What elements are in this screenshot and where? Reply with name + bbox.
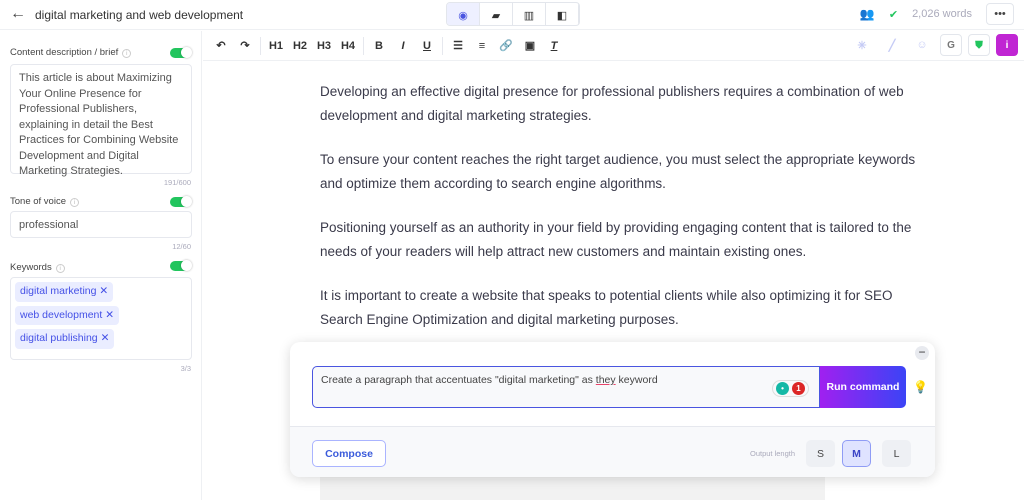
top-bar: ← digital marketing and web development … (0, 0, 1024, 30)
users-icon[interactable]: 👥 (860, 7, 875, 21)
h2-button[interactable]: H2 (288, 40, 312, 52)
grammar-icon[interactable]: G (940, 34, 962, 56)
h3-button[interactable]: H3 (312, 40, 336, 52)
preview-view-icon[interactable]: ◉ (447, 3, 480, 25)
shield-check-icon[interactable]: ⛊ (968, 34, 990, 56)
misspelled-word[interactable]: they (596, 374, 616, 386)
output-length-label: Output length (750, 449, 796, 458)
emoji-icon[interactable]: ☺ (910, 39, 934, 51)
pen-icon[interactable]: ╱ (880, 39, 904, 52)
size-l-button[interactable]: L (882, 440, 911, 467)
view-switcher: ◉ ▰ ▥ ◧ (446, 2, 580, 26)
minimize-button[interactable]: − (915, 346, 929, 360)
brief-label: Content description / brief i (10, 47, 132, 58)
italic-button[interactable]: I (391, 40, 415, 52)
grammar-badge[interactable]: • 1 (772, 380, 809, 397)
run-command-button[interactable]: Run command (820, 366, 906, 408)
paragraph: It is important to create a website that… (320, 288, 893, 327)
image-icon[interactable]: ▣ (518, 39, 542, 52)
info-icon: i (122, 49, 132, 58)
editor-toolbar: ↶ ↷ H1 H2 H3 H4 B I U ☰ ≡ 🔗 ▣ T ✳ ╱ ☺ G … (203, 31, 1024, 61)
divider (363, 36, 364, 55)
info-icon: i (55, 264, 65, 273)
h4-button[interactable]: H4 (336, 40, 360, 52)
link-icon[interactable]: 🔗 (494, 39, 518, 52)
remove-icon[interactable]: ✕ (105, 309, 114, 321)
keywords-count: 3/3 (180, 364, 191, 373)
size-m-button[interactable]: M (842, 440, 871, 467)
paragraph: Developing an effective digital presence… (320, 84, 904, 123)
command-panel: − Create a paragraph that accentuates "d… (290, 342, 935, 477)
h1-button[interactable]: H1 (264, 40, 288, 52)
tone-label: Tone of voice i (10, 196, 79, 207)
divider (260, 36, 261, 55)
lightbulb-icon: • (776, 382, 789, 395)
issue-count: 1 (792, 382, 805, 395)
command-input[interactable]: Create a paragraph that accentuates "dig… (312, 366, 820, 408)
redo-icon[interactable]: ↷ (233, 39, 257, 52)
brief-count: 191/600 (163, 178, 191, 187)
compose-button[interactable]: Compose (312, 440, 386, 467)
command-footer: Compose Output length S M L (290, 426, 935, 477)
underline-button[interactable]: U (415, 40, 439, 52)
size-s-button[interactable]: S (806, 440, 835, 467)
divider (442, 36, 443, 55)
keywords-input[interactable]: digital marketing ✕ web development ✕ di… (10, 277, 192, 360)
paragraph: Positioning yourself as an authority in … (320, 220, 912, 259)
info-icon: i (69, 198, 79, 207)
lightbulb-icon[interactable]: 💡 (913, 380, 928, 394)
tone-toggle[interactable] (170, 196, 192, 207)
back-arrow-icon[interactable]: ← (10, 5, 26, 23)
sparkle-icon[interactable]: ✳ (850, 39, 874, 52)
bullet-list-icon[interactable]: ≡ (470, 40, 494, 52)
brief-toggle[interactable] (170, 47, 192, 58)
undo-icon[interactable]: ↶ (209, 39, 233, 52)
ordered-list-icon[interactable]: ☰ (446, 39, 470, 52)
remove-icon[interactable]: ✕ (99, 285, 108, 297)
keyword-chip: digital marketing ✕ (15, 282, 114, 302)
keyword-chip: web development ✕ (15, 305, 120, 325)
editor-content[interactable]: Developing an effective digital presence… (320, 80, 920, 352)
clear-format-button[interactable]: T (542, 40, 566, 52)
keywords-toggle[interactable] (170, 260, 192, 271)
brief-textarea[interactable]: This article is about Maximizing Your On… (10, 64, 192, 177)
more-options-button[interactable]: ••• (986, 3, 1014, 25)
keywords-label: Keywords i (10, 262, 65, 273)
word-count: 2,026 words (912, 8, 972, 20)
command-text: Create a paragraph that accentuates "dig… (321, 374, 596, 386)
tone-input[interactable]: professional (10, 211, 192, 238)
paragraph: To ensure your content reaches the right… (320, 152, 916, 191)
info-icon[interactable]: i (996, 34, 1018, 56)
bold-button[interactable]: B (367, 40, 391, 52)
check-icon: ✔ (888, 8, 899, 21)
tone-count: 12/60 (172, 242, 191, 251)
sidebar: Content description / brief i This articl… (0, 31, 202, 500)
layout-view-icon[interactable]: ◧ (546, 3, 579, 25)
document-title: digital marketing and web development (35, 8, 244, 22)
remove-icon[interactable]: ✕ (101, 332, 110, 344)
keyword-chip: digital publishing ✕ (15, 329, 115, 349)
command-text: keyword (615, 374, 658, 386)
analytics-view-icon[interactable]: ▥ (513, 3, 546, 25)
comments-view-icon[interactable]: ▰ (480, 3, 513, 25)
